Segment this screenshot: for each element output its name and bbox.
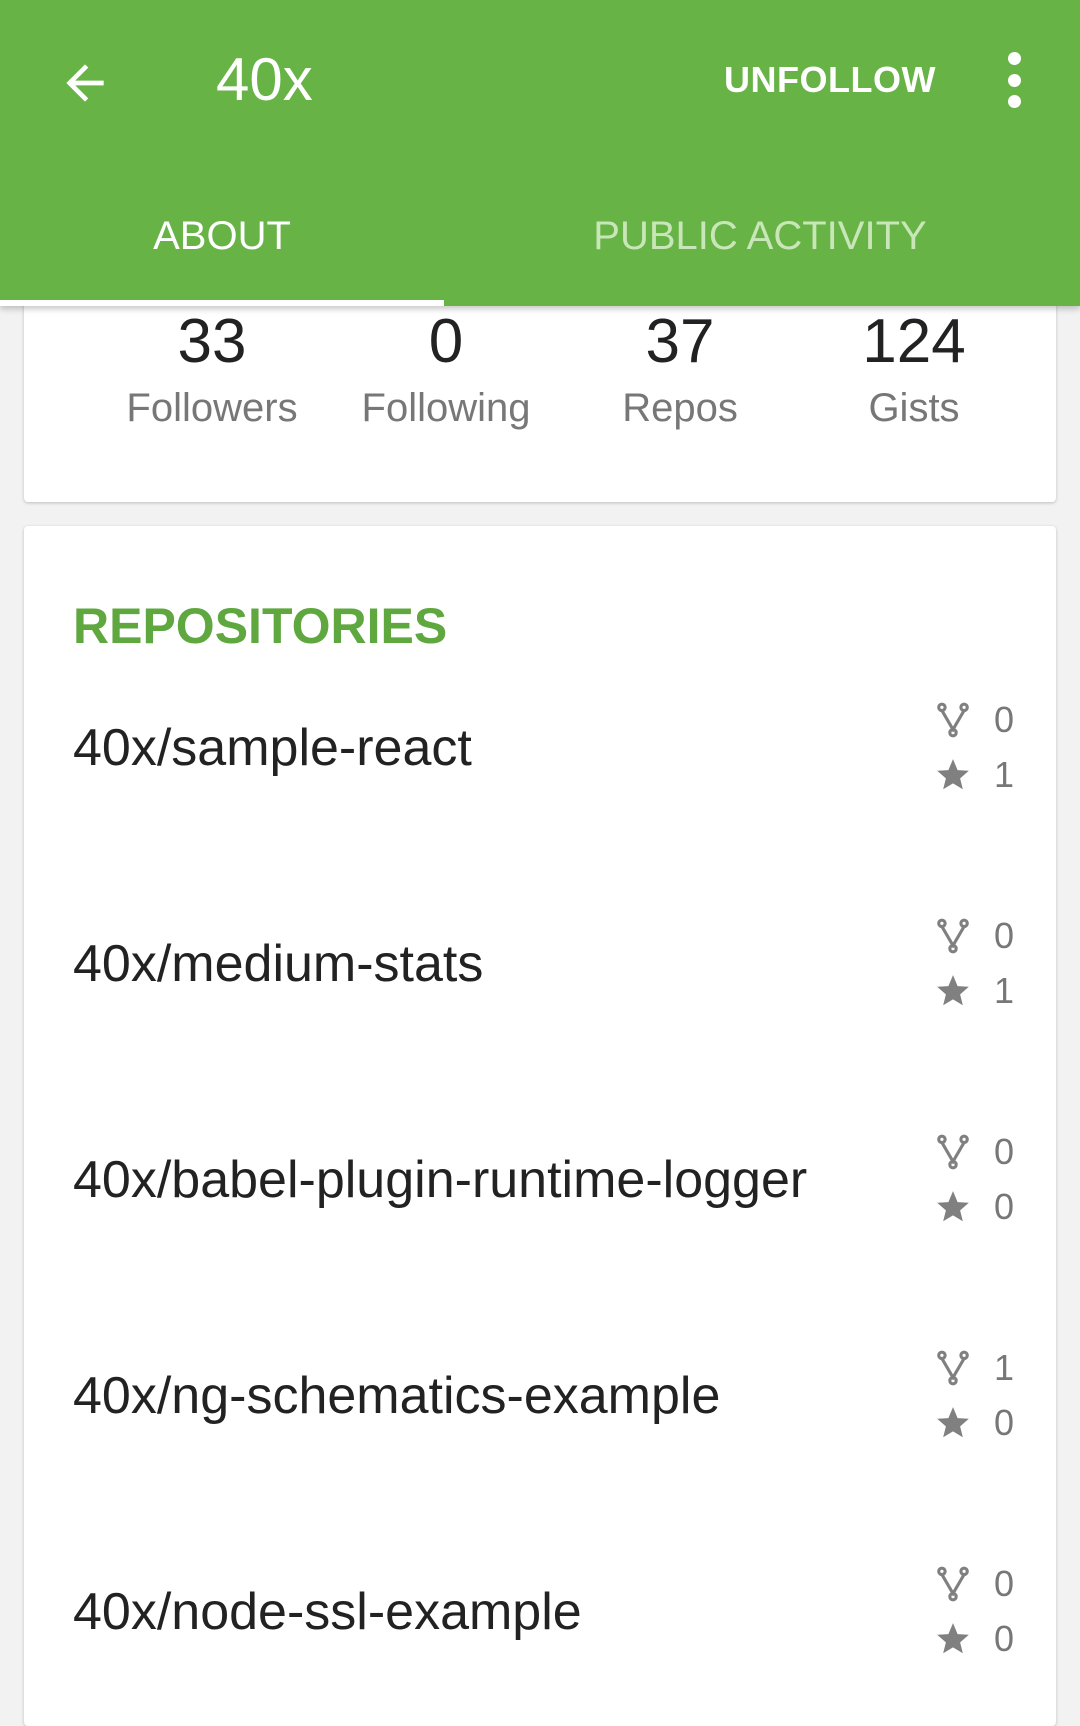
- list-item[interactable]: 40x/babel-plugin-runtime-logger 0 0: [24, 1072, 1056, 1288]
- tab-about-label: ABOUT: [153, 214, 291, 258]
- star-icon: [937, 1190, 969, 1221]
- stat-label: Followers: [126, 386, 298, 430]
- repo-meta: 0 1: [934, 692, 1014, 802]
- star-count: 0: [993, 1401, 1014, 1443]
- fork-count: 0: [993, 914, 1014, 956]
- fork-icon: [937, 1566, 969, 1601]
- back-arrow-icon: [66, 64, 104, 102]
- stat-following[interactable]: 0 Following: [329, 304, 563, 436]
- stat-label: Following: [361, 386, 531, 430]
- repo-name: 40x/node-ssl-example: [73, 1583, 582, 1641]
- fork-count: 0: [993, 1562, 1014, 1604]
- star-icon: [937, 1406, 969, 1437]
- fork-count: 0: [993, 698, 1014, 740]
- page-title: 40x: [216, 46, 313, 113]
- stat-value: 33: [177, 307, 247, 376]
- repo-meta: 0 0: [934, 1556, 1014, 1666]
- star-icon: [937, 758, 969, 789]
- stat-value: 124: [862, 307, 966, 376]
- repo-meta: 1 0: [934, 1340, 1014, 1450]
- repo-meta: 0 1: [934, 908, 1014, 1018]
- star-count: 1: [993, 969, 1014, 1011]
- repo-meta: 0 0: [934, 1124, 1014, 1234]
- stat-gists[interactable]: 124 Gists: [797, 304, 1031, 436]
- repositories-card: REPOSITORIES 40x/sample-react 0 1 40x/me…: [24, 526, 1056, 1726]
- fork-icon: [937, 702, 969, 737]
- repo-name: 40x/medium-stats: [73, 935, 484, 993]
- fork-icon: [937, 1350, 969, 1385]
- list-item[interactable]: 40x/node-ssl-example 0 0: [24, 1504, 1056, 1720]
- list-item[interactable]: 40x/ng-schematics-example 1 0: [24, 1288, 1056, 1504]
- star-count: 1: [993, 753, 1014, 795]
- repo-name: 40x/babel-plugin-runtime-logger: [73, 1151, 808, 1209]
- stat-label: Repos: [622, 386, 738, 430]
- fork-count: 1: [993, 1346, 1014, 1388]
- repo-name: 40x/sample-react: [73, 719, 472, 777]
- stat-label: Gists: [868, 386, 960, 430]
- back-button[interactable]: [50, 48, 120, 118]
- repo-name: 40x/ng-schematics-example: [73, 1367, 721, 1425]
- stat-followers[interactable]: 33 Followers: [95, 304, 329, 436]
- stat-value: 0: [428, 307, 464, 376]
- more-vert-icon[interactable]: [994, 52, 1034, 108]
- tab-public-activity[interactable]: PUBLIC ACTIVITY: [540, 198, 980, 306]
- list-item[interactable]: 40x/medium-stats 0 1: [24, 856, 1056, 1072]
- star-icon: [937, 1622, 969, 1653]
- star-count: 0: [993, 1185, 1014, 1227]
- tab-indicator: [0, 300, 444, 306]
- fork-icon: [937, 918, 969, 953]
- list-item[interactable]: 40x/sample-react 0 1: [24, 640, 1056, 856]
- stat-repos[interactable]: 37 Repos: [563, 304, 797, 436]
- tab-public-activity-label: PUBLIC ACTIVITY: [593, 214, 927, 258]
- star-icon: [937, 974, 969, 1005]
- unfollow-button[interactable]: UNFOLLOW: [724, 56, 936, 104]
- app-bar: 40x UNFOLLOW ABOUT PUBLIC ACTIVITY: [0, 0, 1080, 306]
- stat-value: 37: [645, 307, 715, 376]
- star-count: 0: [993, 1617, 1014, 1659]
- fork-count: 0: [993, 1130, 1014, 1172]
- fork-icon: [937, 1134, 969, 1169]
- tab-about[interactable]: ABOUT: [0, 198, 444, 306]
